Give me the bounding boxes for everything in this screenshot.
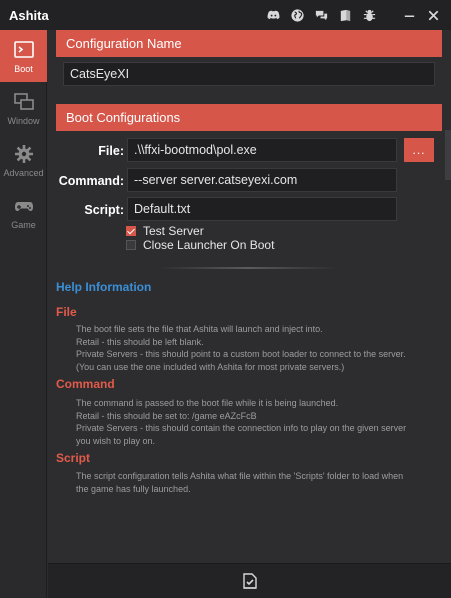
- discord-icon[interactable]: [261, 3, 285, 27]
- test-server-checkbox[interactable]: [126, 226, 136, 236]
- gamepad-icon: [14, 201, 33, 211]
- test-server-row[interactable]: Test Server: [126, 224, 204, 238]
- close-launcher-checkbox[interactable]: [126, 240, 136, 250]
- command-label: Command:: [58, 174, 124, 188]
- help-title: Help Information: [56, 280, 152, 294]
- file-input[interactable]: .\\ffxi-bootmod\pol.exe: [127, 138, 397, 162]
- help-file-heading: File: [56, 305, 77, 319]
- script-label: Script:: [84, 203, 124, 217]
- sidebar-item-boot[interactable]: Boot: [0, 30, 47, 82]
- config-name-input[interactable]: CatsEyeXI: [63, 62, 435, 86]
- sidebar-label-advanced: Advanced: [3, 167, 44, 178]
- script-input[interactable]: Default.txt: [127, 197, 397, 221]
- close-launcher-row[interactable]: Close Launcher On Boot: [126, 238, 274, 252]
- sidebar-item-advanced[interactable]: Advanced: [0, 134, 47, 186]
- title-icons: [261, 0, 445, 30]
- help-file-line: Private Servers - this should point to a…: [76, 349, 406, 359]
- sidebar-label-window: Window: [7, 115, 40, 126]
- globe-icon[interactable]: [285, 3, 309, 27]
- help-file-line: Retail - this should be left blank.: [76, 336, 204, 347]
- help-command-text: The command is passed to the boot file w…: [76, 397, 446, 447]
- sidebar-label-boot: Boot: [14, 63, 33, 74]
- sidebar-item-window[interactable]: Window: [0, 82, 47, 134]
- help-file-line: The boot file sets the file that Ashita …: [76, 324, 323, 334]
- test-server-label: Test Server: [143, 224, 204, 238]
- chat-icon[interactable]: [309, 3, 333, 27]
- bug-icon[interactable]: [357, 3, 381, 27]
- file-label: File:: [98, 144, 124, 158]
- help-script-heading: Script: [56, 451, 91, 465]
- help-command-line: you wish to play on.: [76, 435, 156, 446]
- help-file-line: (You can use the one included with Ashit…: [76, 361, 345, 372]
- book-icon[interactable]: [333, 3, 357, 27]
- config-name-header: Configuration Name: [56, 30, 442, 57]
- sidebar-item-game[interactable]: Game: [0, 186, 47, 238]
- help-command-heading: Command: [56, 377, 115, 391]
- footer-bar: [48, 563, 451, 598]
- title-bar: Ashita: [0, 0, 451, 30]
- help-script-line: The script configuration tells Ashita wh…: [76, 471, 404, 481]
- scrollbar[interactable]: [445, 30, 451, 563]
- sidebar-label-game: Game: [11, 219, 36, 230]
- help-file-text: The boot file sets the file that Ashita …: [76, 323, 446, 373]
- help-command-line: Private Servers - this should contain th…: [76, 423, 407, 433]
- close-icon[interactable]: [421, 3, 445, 27]
- command-input[interactable]: --server server.catseyexi.com: [127, 168, 397, 192]
- help-script-line: the game has fully launched.: [76, 483, 191, 494]
- help-script-text: The script configuration tells Ashita wh…: [76, 470, 446, 495]
- sidebar: Boot Window Advanced Game: [0, 30, 47, 598]
- main-panel: Configuration Name CatsEyeXI Boot Config…: [48, 30, 451, 563]
- save-icon[interactable]: [240, 571, 260, 591]
- scrollbar-thumb[interactable]: [445, 130, 451, 180]
- browse-button[interactable]: ...: [404, 138, 434, 162]
- terminal-icon: [13, 40, 34, 58]
- help-command-line: The command is passed to the boot file w…: [76, 398, 339, 408]
- window-icon: [13, 92, 34, 110]
- gear-icon: [14, 144, 33, 163]
- close-launcher-label: Close Launcher On Boot: [143, 238, 275, 252]
- boot-config-header: Boot Configurations: [56, 104, 442, 131]
- help-command-line: Retail - this should be set to: /game eA…: [76, 410, 257, 421]
- minimize-icon[interactable]: [397, 3, 421, 27]
- app-title: Ashita: [9, 7, 49, 23]
- section-divider: [158, 267, 338, 269]
